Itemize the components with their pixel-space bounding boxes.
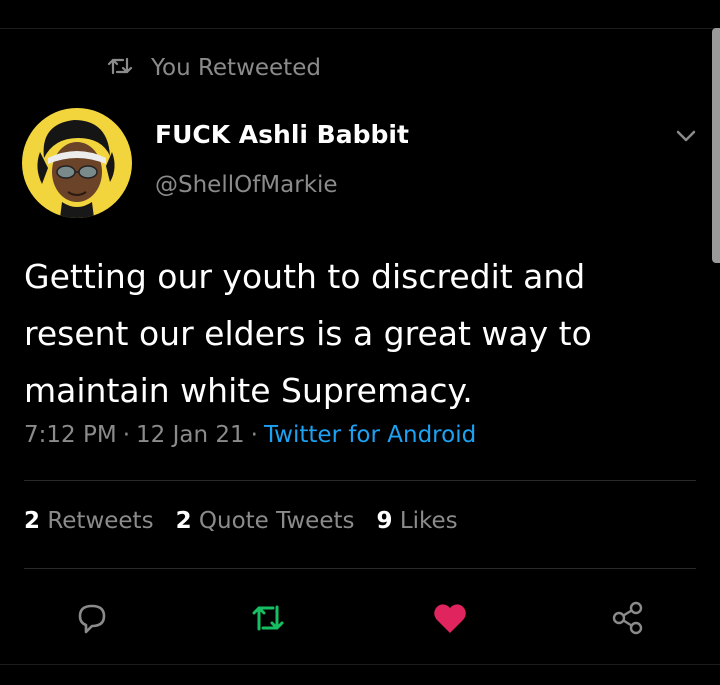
engagement-stats: 2 Retweets 2 Quote Tweets 9 Likes bbox=[24, 508, 480, 534]
retweet-banner-text: You Retweeted bbox=[151, 55, 321, 81]
retweet-icon bbox=[107, 55, 133, 81]
retweet-icon bbox=[249, 599, 287, 641]
tweet-text: Getting our youth to discredit and resen… bbox=[24, 257, 592, 410]
share-button[interactable] bbox=[606, 598, 650, 642]
quote-tweets-stat[interactable]: 2 Quote Tweets bbox=[176, 508, 355, 534]
avatar[interactable] bbox=[22, 108, 132, 218]
divider bbox=[24, 480, 696, 481]
retweet-banner: You Retweeted bbox=[107, 52, 321, 84]
tweet-time: 7:12 PM bbox=[24, 422, 117, 448]
retweet-button[interactable] bbox=[246, 598, 290, 642]
separator-dot: · bbox=[122, 422, 130, 448]
share-icon bbox=[609, 599, 647, 641]
retweets-stat[interactable]: 2 Retweets bbox=[24, 508, 154, 534]
likes-label: Likes bbox=[399, 508, 458, 534]
top-divider bbox=[0, 28, 720, 29]
chevron-down-icon[interactable] bbox=[675, 128, 697, 144]
quote-tweets-label: Quote Tweets bbox=[198, 508, 355, 534]
tweet-date: 12 Jan 21 bbox=[136, 422, 245, 448]
reply-icon bbox=[73, 599, 111, 641]
retweets-label: Retweets bbox=[47, 508, 154, 534]
bottom-divider bbox=[0, 664, 720, 665]
likes-count: 9 bbox=[376, 508, 393, 534]
likes-stat[interactable]: 9 Likes bbox=[376, 508, 457, 534]
author-name[interactable]: FUCK Ashli Babbit bbox=[155, 120, 409, 149]
reply-button[interactable] bbox=[70, 598, 114, 642]
separator-dot: · bbox=[250, 422, 258, 448]
author-handle[interactable]: @ShellOfMarkie bbox=[155, 172, 338, 198]
tweet-meta: 7:12 PM · 12 Jan 21 · Twitter for Android bbox=[24, 422, 476, 448]
quote-tweets-count: 2 bbox=[175, 508, 192, 534]
like-button[interactable] bbox=[428, 598, 472, 642]
heart-icon bbox=[431, 599, 469, 641]
tweet-source-link[interactable]: Twitter for Android bbox=[264, 422, 476, 448]
retweets-count: 2 bbox=[24, 508, 41, 534]
scrollbar[interactable] bbox=[712, 28, 720, 263]
divider bbox=[24, 568, 696, 569]
